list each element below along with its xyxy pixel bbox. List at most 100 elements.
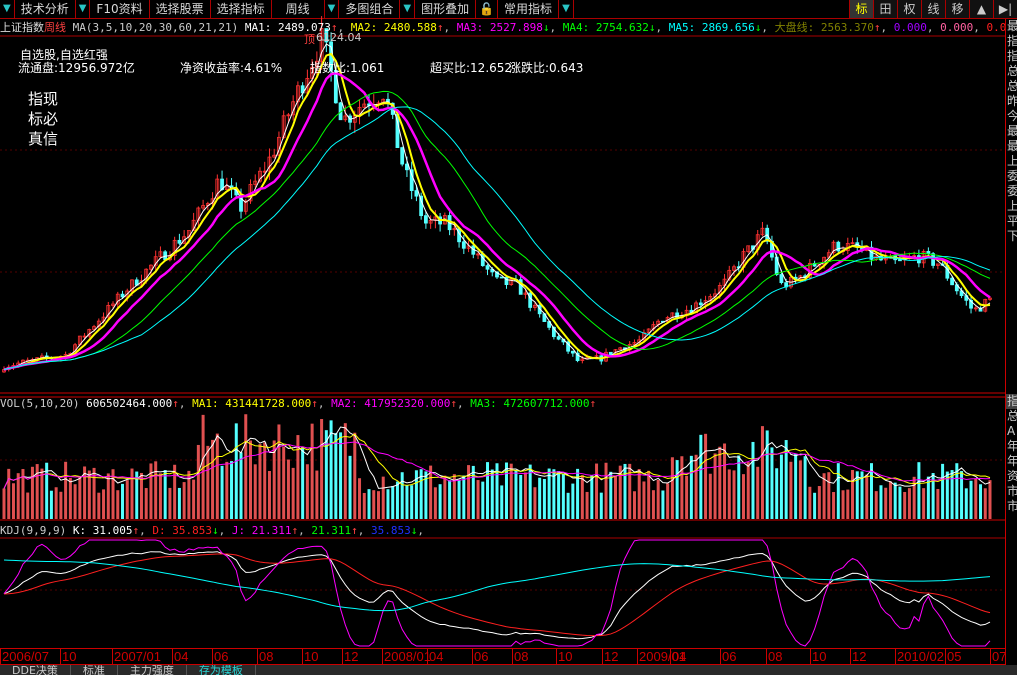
candle: [779, 274, 784, 284]
volume-bar: [339, 432, 343, 519]
volume-bar: [571, 483, 575, 519]
volume-bar: [803, 456, 807, 519]
volume-bar: [225, 461, 229, 519]
trend-arrow-icon: ↓: [648, 21, 656, 34]
time-tick-label: 10: [302, 649, 319, 665]
tab-0[interactable]: DDE决策: [0, 665, 71, 675]
roe: 净资收益率:4.61%: [180, 61, 283, 75]
volume-bar: [670, 457, 674, 519]
volume-bar: [158, 473, 162, 519]
volume-bar: [239, 452, 243, 519]
volume-bar: [846, 489, 850, 519]
volume-bar: [566, 492, 570, 519]
time-tick-label: 06: [472, 649, 489, 665]
volume-bar: [343, 423, 347, 519]
volume-bar: [737, 455, 741, 519]
volume-bar: [121, 483, 125, 519]
candle: [570, 350, 575, 354]
volume-bar: [756, 466, 760, 519]
volume-bar: [87, 470, 91, 519]
volume-bar: [689, 455, 693, 519]
volume-bar: [723, 443, 727, 519]
candle: [485, 265, 490, 270]
kdj-k: 31.005: [92, 524, 133, 537]
volume-bar: [381, 476, 385, 519]
volume-bar: [215, 433, 219, 519]
volume-bar: [149, 463, 153, 519]
time-tick-label: 04: [670, 649, 687, 665]
volume-bar: [192, 479, 196, 519]
tab-1[interactable]: 标准: [71, 665, 118, 675]
volume-bar: [884, 487, 888, 519]
volume-bar: [704, 433, 708, 519]
volume-bar: [917, 462, 921, 519]
volume-bar: [988, 480, 992, 519]
volume-bar: [16, 473, 20, 519]
volume-bar: [614, 475, 618, 519]
volume-bar: [277, 424, 281, 519]
candle: [461, 241, 466, 249]
volume-bar: [362, 492, 366, 519]
ma-value-7: 0.000: [893, 21, 927, 34]
right-panel-label: 年: [1006, 439, 1017, 454]
volume-bar: [244, 414, 248, 519]
kdj-params: KDJ(9,9,9): [0, 524, 67, 537]
volume-bar: [291, 467, 295, 519]
right-panel-label: 最: [1006, 139, 1017, 154]
volume-bar: [585, 491, 589, 519]
volume-bar: [509, 463, 513, 519]
volume-bar: [249, 440, 252, 519]
tab-2[interactable]: 主力强度: [118, 665, 187, 675]
volume-bar: [438, 484, 442, 519]
right-panel-label: 资: [1006, 469, 1017, 484]
volume-bar: [632, 491, 636, 519]
candle: [950, 277, 954, 286]
volume-bar: [798, 460, 802, 519]
volume-bar: [813, 492, 817, 519]
volume-bar: [538, 477, 542, 519]
right-panel-label: 昨: [1006, 94, 1017, 109]
period-label: 周线: [44, 21, 66, 34]
volume-bar: [168, 487, 172, 519]
time-tick-label: 10: [556, 649, 573, 665]
kdj-extra-1: 21.311: [311, 524, 352, 537]
volume-bar: [177, 487, 181, 519]
volume-bar: [595, 463, 599, 519]
time-tick-label: 12: [602, 649, 619, 665]
volume-bar: [154, 461, 158, 519]
volume-bar: [49, 490, 53, 519]
float-cap: 流通盘:12956.972亿: [18, 61, 135, 75]
right-panel-label: [1006, 289, 1017, 304]
time-tick-label: 12: [342, 649, 359, 665]
volume-bar: [907, 488, 911, 519]
right-panel-label: 市: [1006, 484, 1017, 499]
volume-bar: [893, 482, 897, 519]
right-panel-label: [1006, 274, 1017, 289]
tab-3[interactable]: 存为模板: [187, 665, 256, 675]
volume-bar: [623, 463, 627, 519]
volume-bar: [443, 475, 447, 519]
trend-arrow-icon: ↓: [754, 21, 762, 34]
index-ratio: 指数比:1.061: [310, 61, 385, 75]
volume-bar: [874, 491, 878, 519]
volume-bar: [779, 454, 783, 519]
volume-bar: [580, 475, 584, 519]
volume-bar: [628, 463, 632, 519]
volume-bar: [324, 430, 328, 519]
volume-bar: [808, 486, 812, 519]
kdj-d: 35.853: [172, 524, 212, 537]
slogan-line: 指现: [28, 90, 59, 108]
time-tick-label: 2010/02: [895, 649, 944, 665]
volume-bar: [400, 472, 404, 519]
volume-bar: [481, 481, 485, 519]
right-panel-label: A: [1007, 424, 1016, 438]
candle: [400, 147, 405, 165]
volume-bar: [433, 487, 437, 519]
time-tick-label: 08: [766, 649, 783, 665]
right-panel-label: 指: [1006, 34, 1017, 49]
volume-bar: [253, 464, 257, 519]
slogan-line: 标必: [28, 110, 59, 128]
chart-canvas[interactable]: [0, 0, 1005, 648]
volume-bar: [642, 481, 646, 519]
volume-bar: [211, 439, 215, 519]
